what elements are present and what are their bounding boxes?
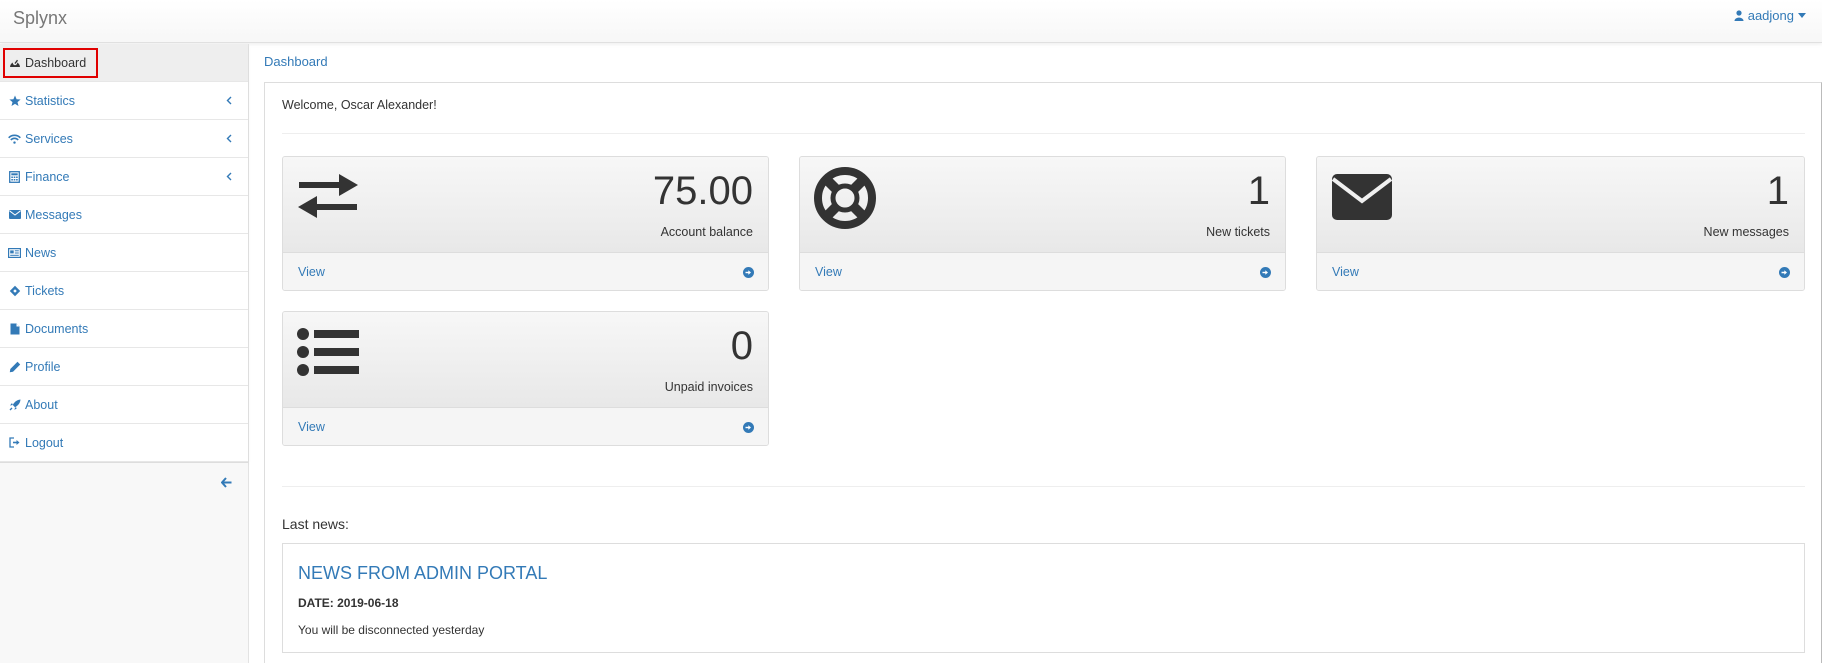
view-link[interactable]: View (815, 265, 842, 279)
chevron-left-icon (226, 94, 232, 108)
tile-footer[interactable]: View (283, 253, 768, 290)
top-navbar: Splynx aadjong (0, 0, 1822, 43)
ticket-icon (8, 284, 21, 297)
account-balance-value: 75.00 (652, 169, 753, 213)
news-title[interactable]: NEWS FROM ADMIN PORTAL (298, 563, 547, 584)
unpaid-invoices-tile: 0 Unpaid invoices View (282, 311, 769, 446)
sidebar-item-label: Finance (25, 169, 70, 184)
sidebar-item-label: Logout (25, 435, 64, 450)
news-body: You will be disconnected yesterday (298, 623, 485, 637)
user-menu[interactable]: aadjong (1734, 8, 1806, 23)
arrow-circle-right-icon[interactable] (743, 421, 754, 436)
new-messages-value: 1 (1766, 169, 1789, 213)
sidebar-item-label: Profile (25, 359, 61, 374)
sidebar-item-messages[interactable]: Messages (0, 196, 248, 234)
sidebar-item-label: Services (25, 131, 73, 146)
view-link[interactable]: View (298, 420, 325, 434)
life-ring-icon (814, 167, 876, 232)
view-link[interactable]: View (1332, 265, 1359, 279)
last-news-heading: Last news: (282, 516, 349, 532)
arrow-circle-right-icon[interactable] (743, 266, 754, 281)
list-icon (297, 328, 359, 379)
sidebar-item-label: Documents (25, 321, 89, 336)
sidebar-item-label: Messages (25, 207, 82, 222)
sign-out-icon (8, 436, 21, 449)
account-balance-label: Account balance (660, 225, 753, 239)
sidebar-item-documents[interactable]: Documents (0, 310, 248, 348)
tile-footer[interactable]: View (800, 253, 1285, 290)
unpaid-invoices-label: Unpaid invoices (664, 380, 753, 394)
sidebar-item-statistics[interactable]: Statistics (0, 82, 248, 120)
sidebar-item-label: News (25, 245, 57, 260)
divider (282, 486, 1805, 487)
arrow-left-icon[interactable] (220, 476, 232, 491)
star-icon (8, 94, 21, 107)
newspaper-icon (8, 246, 21, 259)
sidebar-item-label: About (25, 397, 58, 412)
sidebar-item-news[interactable]: News (0, 234, 248, 272)
envelope-icon (1331, 173, 1393, 224)
pencil-icon (8, 360, 21, 373)
new-messages-tile: 1 New messages View (1316, 156, 1805, 291)
news-date: DATE: 2019-06-18 (298, 596, 399, 610)
new-messages-label: New messages (1703, 225, 1789, 239)
sidebar-item-dashboard[interactable]: Dashboard (0, 44, 248, 82)
divider (282, 133, 1805, 134)
exchange-icon (297, 173, 359, 222)
brand-logo[interactable]: Splynx (13, 8, 67, 29)
unpaid-invoices-value: 0 (730, 324, 753, 368)
sidebar-item-services[interactable]: Services (0, 120, 248, 158)
sidebar-item-finance[interactable]: Finance (0, 158, 248, 196)
view-link[interactable]: View (298, 265, 325, 279)
rocket-icon (8, 398, 21, 411)
calculator-icon (8, 170, 21, 183)
chevron-left-icon (226, 170, 232, 184)
active-item-highlight (3, 48, 98, 78)
sidebar-item-tickets[interactable]: Tickets (0, 272, 248, 310)
sidebar-item-logout[interactable]: Logout (0, 424, 248, 462)
new-tickets-tile: 1 New tickets View (799, 156, 1286, 291)
user-name: aadjong (1747, 8, 1794, 23)
tile-footer[interactable]: View (1317, 253, 1804, 290)
arrow-circle-right-icon[interactable] (1260, 266, 1271, 281)
breadcrumb[interactable]: Dashboard (264, 54, 328, 69)
new-tickets-label: New tickets (1206, 225, 1270, 239)
account-balance-tile: 75.00 Account balance View (282, 156, 769, 291)
new-tickets-value: 1 (1247, 169, 1270, 213)
tile-footer[interactable]: View (283, 408, 768, 445)
sidebar: Dashboard Statistics Services Finance Me… (0, 44, 249, 663)
sidebar-item-about[interactable]: About (0, 386, 248, 424)
sidebar-item-label: Statistics (25, 93, 76, 108)
sidebar-item-profile[interactable]: Profile (0, 348, 248, 386)
arrow-circle-right-icon[interactable] (1779, 266, 1790, 281)
welcome-message: Welcome, Oscar Alexander! (282, 98, 437, 112)
wifi-icon (8, 132, 21, 145)
news-item: NEWS FROM ADMIN PORTAL DATE: 2019-06-18 … (282, 543, 1805, 653)
sidebar-menu: Dashboard Statistics Services Finance Me… (0, 44, 248, 463)
chevron-left-icon (226, 132, 232, 146)
dashboard-panel: Welcome, Oscar Alexander! 75.00 Account … (264, 82, 1822, 663)
sidebar-collapse-row (0, 463, 248, 501)
envelope-icon (8, 208, 21, 221)
sidebar-item-label: Tickets (25, 283, 65, 298)
caret-down-icon (1798, 13, 1806, 18)
document-icon (8, 322, 21, 335)
user-icon (1734, 10, 1744, 21)
